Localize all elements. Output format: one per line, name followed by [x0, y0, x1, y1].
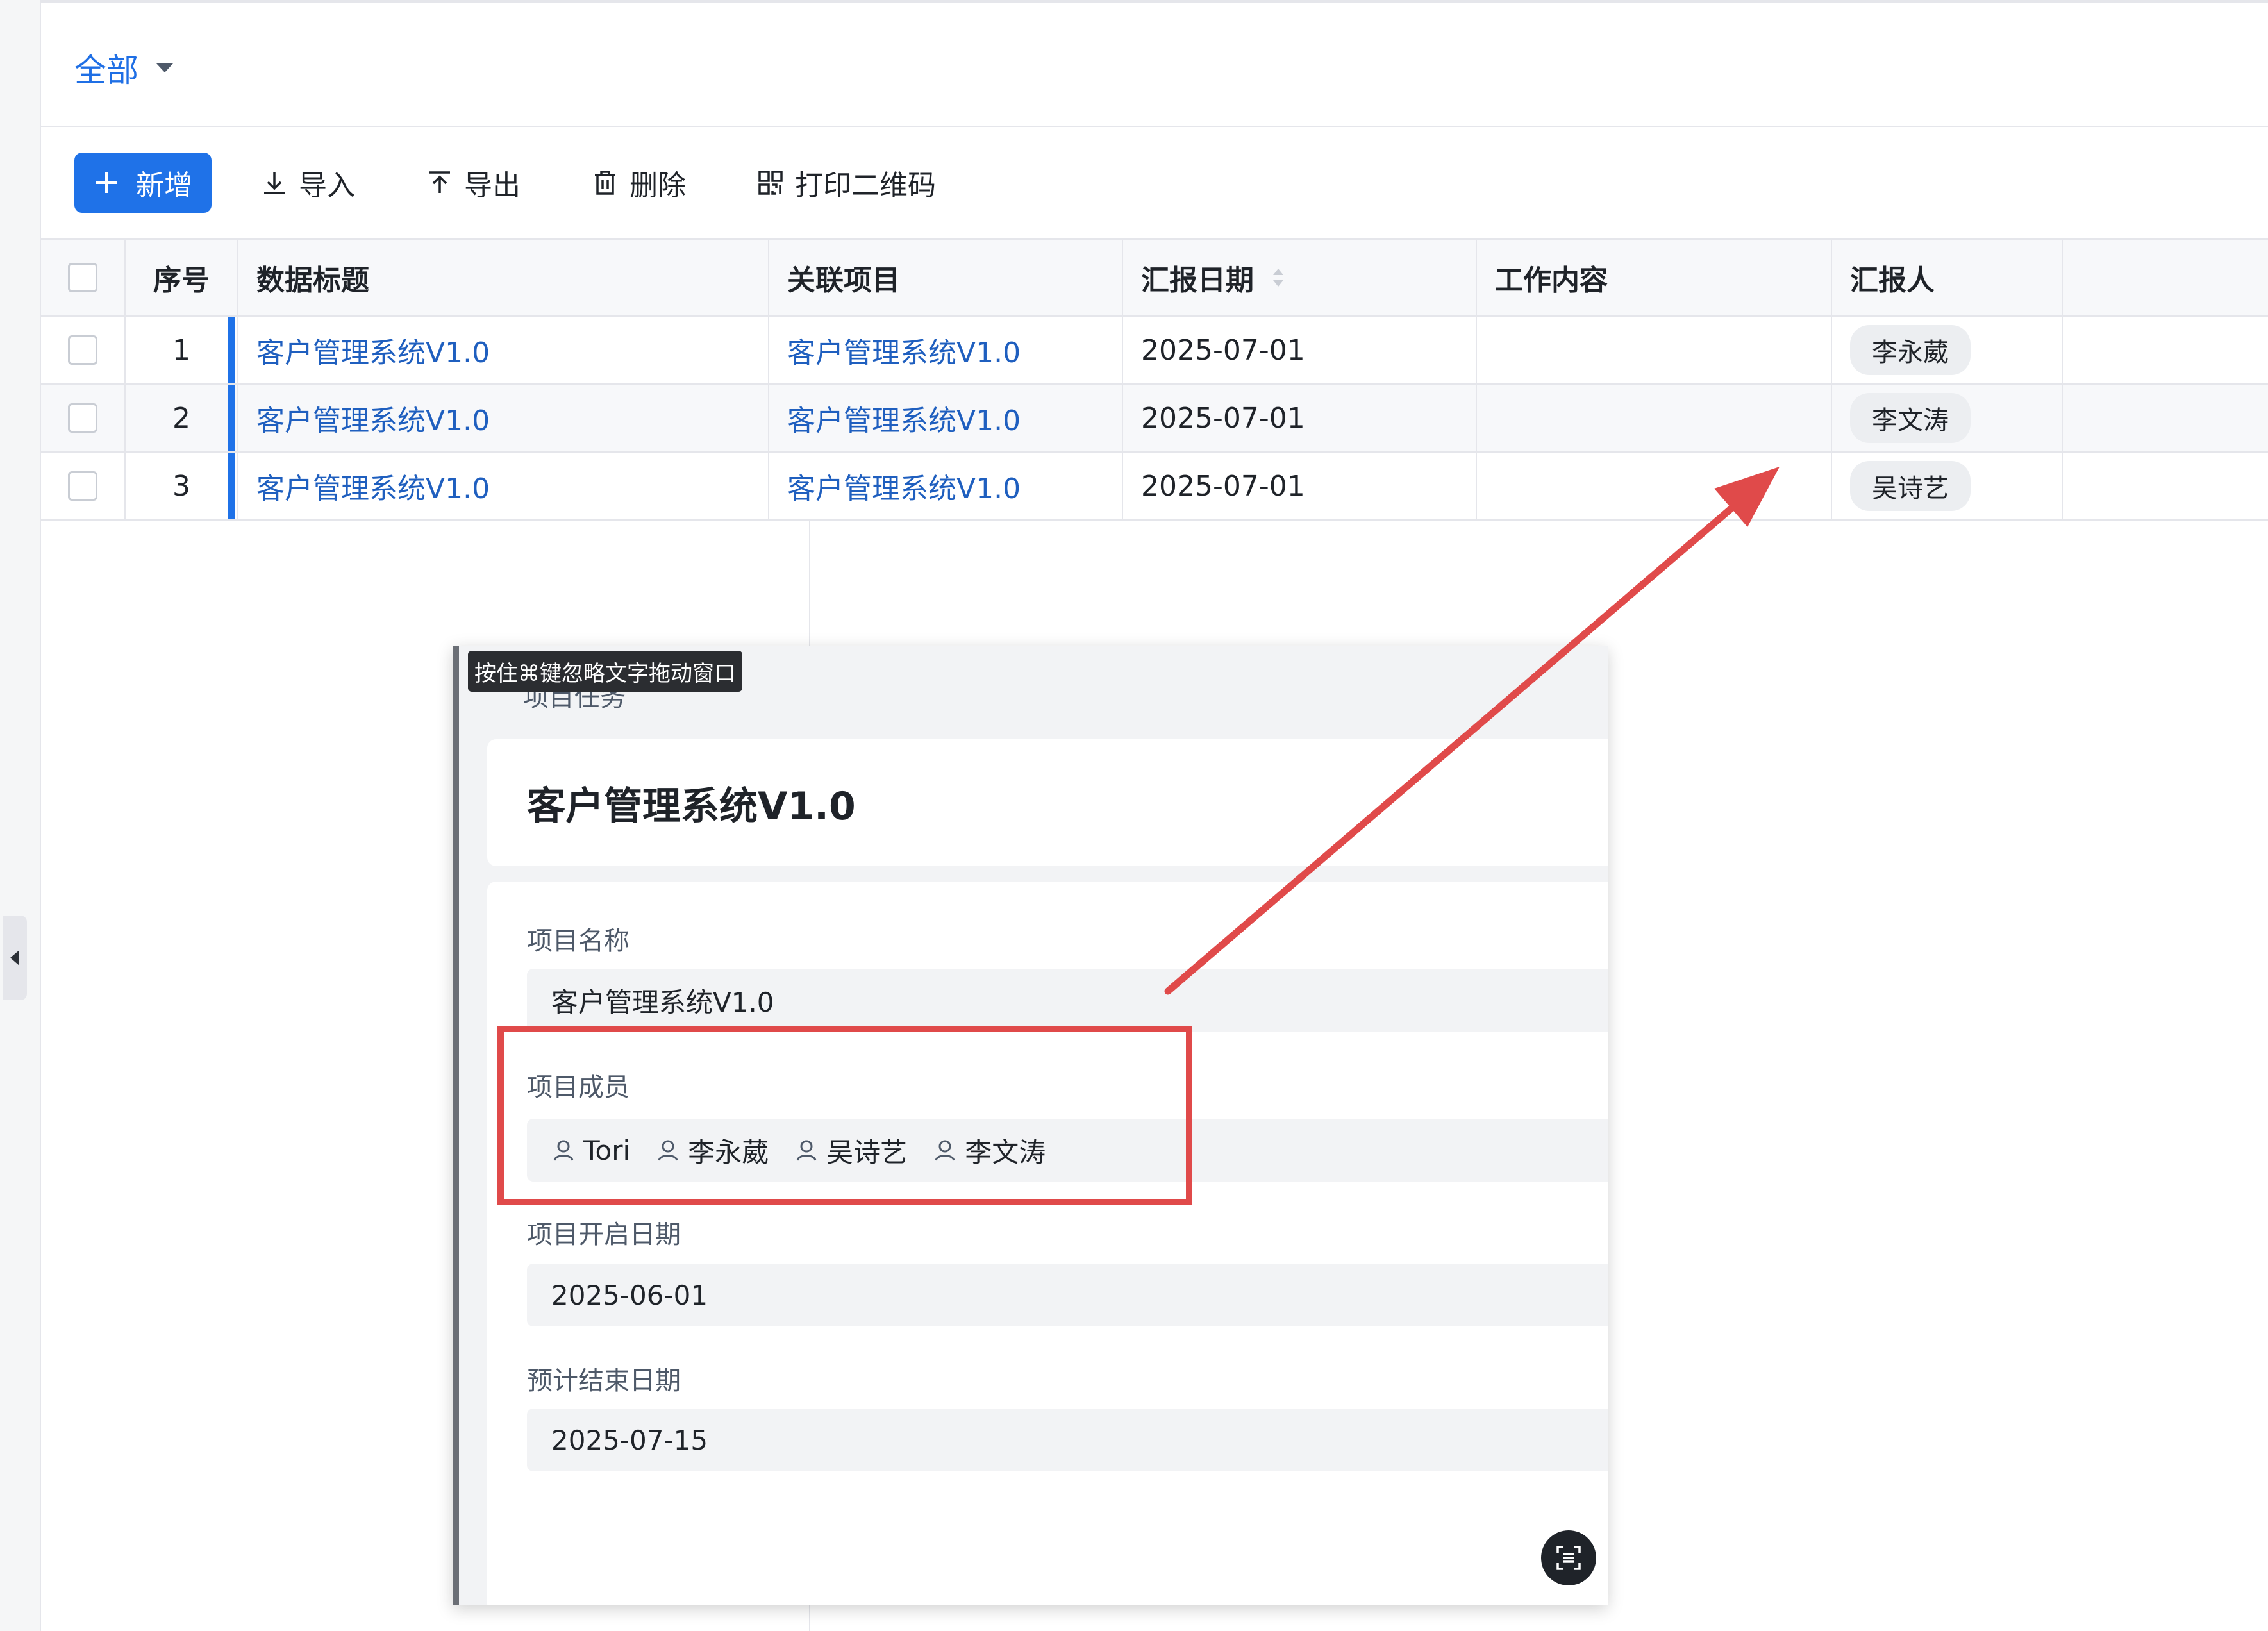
end-date-field: 2025-07-15	[527, 1409, 1608, 1471]
collapse-sidebar-handle[interactable]	[3, 916, 27, 1000]
row-project-link[interactable]: 客户管理系统V1.0	[769, 453, 1123, 519]
view-filter-select[interactable]: 全部	[74, 49, 173, 89]
view-filter-label: 全部	[74, 52, 138, 89]
trash-icon	[595, 171, 615, 195]
drag-tip: 按住⌘键忽略文字拖动窗口	[468, 651, 742, 692]
end-date-label: 预计结束日期	[527, 1366, 681, 1396]
header-select-all[interactable]	[41, 240, 126, 315]
app-window: 全部 新增 导入 导出 删除 打印二维码 序号 数据标题 关联项目 汇报日期 工…	[0, 0, 2268, 1631]
table-row[interactable]: 3 客户管理系统V1.0 客户管理系统V1.0 2025-07-01 吴诗艺	[41, 453, 2268, 521]
left-rail	[0, 0, 41, 1631]
row-index: 2	[126, 385, 238, 451]
table-row[interactable]: 1 客户管理系统V1.0 客户管理系统V1.0 2025-07-01 李永葳	[41, 317, 2268, 385]
row-indicator	[228, 453, 235, 519]
row-indicator	[228, 385, 235, 451]
row-work	[1477, 385, 1832, 451]
row-select-cell[interactable]	[41, 453, 126, 519]
import-button-label: 导入	[299, 169, 355, 202]
scan-icon	[1556, 1546, 1581, 1570]
start-date-field: 2025-06-01	[527, 1264, 1608, 1326]
row-project-link[interactable]: 客户管理系统V1.0	[769, 317, 1123, 383]
row-date: 2025-07-01	[1123, 453, 1477, 519]
upload-icon	[429, 171, 450, 193]
row-filler	[2063, 317, 2268, 383]
column-header-date[interactable]: 汇报日期	[1123, 240, 1477, 315]
column-header-filler	[2063, 240, 2268, 315]
toolbar: 新增 导入 导出 删除 打印二维码	[74, 153, 1006, 213]
row-title-link[interactable]: 客户管理系统V1.0	[238, 453, 769, 519]
download-icon	[264, 172, 285, 194]
row-checkbox[interactable]	[68, 335, 97, 365]
row-select-cell[interactable]	[41, 385, 126, 451]
data-table: 序号 数据标题 关联项目 汇报日期 工作内容 汇报人 1 客户管理系统V1.0 …	[41, 238, 2268, 521]
qrcode-icon	[758, 171, 783, 195]
column-header-index: 序号	[126, 240, 238, 315]
column-header-reporter: 汇报人	[1832, 240, 2063, 315]
filter-bar: 全部	[41, 3, 2268, 127]
row-filler	[2063, 453, 2268, 519]
print-qr-button[interactable]: 打印二维码	[756, 153, 936, 213]
row-select-cell[interactable]	[41, 317, 126, 383]
row-checkbox[interactable]	[68, 403, 97, 433]
row-work	[1477, 453, 1832, 519]
print-qr-button-label: 打印二维码	[795, 169, 936, 202]
add-button[interactable]: 新增	[74, 153, 212, 213]
row-filler	[2063, 385, 2268, 451]
row-index: 1	[126, 317, 238, 383]
column-header-date-label: 汇报日期	[1141, 264, 1254, 297]
row-reporter-cell: 李永葳	[1832, 317, 2063, 383]
table-header-row: 序号 数据标题 关联项目 汇报日期 工作内容 汇报人	[41, 238, 2268, 317]
project-name-label: 项目名称	[527, 926, 630, 956]
start-date-label: 项目开启日期	[527, 1220, 681, 1250]
column-header-project: 关联项目	[769, 240, 1123, 315]
row-work	[1477, 317, 1832, 383]
table-row[interactable]: 2 客户管理系统V1.0 客户管理系统V1.0 2025-07-01 李文涛	[41, 385, 2268, 453]
add-button-label: 新增	[136, 169, 192, 202]
sort-icon[interactable]	[1271, 265, 1286, 290]
reporter-tag: 李永葳	[1850, 325, 1971, 375]
row-date: 2025-07-01	[1123, 385, 1477, 451]
caret-down-icon	[156, 63, 173, 72]
row-date: 2025-07-01	[1123, 317, 1477, 383]
scan-button[interactable]	[1541, 1530, 1596, 1585]
row-project-link[interactable]: 客户管理系统V1.0	[769, 385, 1123, 451]
plus-icon	[96, 172, 117, 193]
import-button[interactable]: 导入	[260, 153, 355, 213]
row-index: 3	[126, 453, 238, 519]
row-reporter-cell: 李文涛	[1832, 385, 2063, 451]
row-title-link[interactable]: 客户管理系统V1.0	[238, 385, 769, 451]
reporter-tag: 吴诗艺	[1850, 461, 1971, 511]
column-header-work: 工作内容	[1477, 240, 1832, 315]
record-fields-card: 项目名称 客户管理系统V1.0 项目成员 Tori 李永葳 吴诗艺 李文涛 项目…	[487, 882, 1608, 1605]
reporter-tag: 李文涛	[1850, 393, 1971, 443]
members-highlight-annotation	[497, 1026, 1192, 1205]
delete-button[interactable]: 删除	[591, 153, 686, 213]
row-checkbox[interactable]	[68, 471, 97, 501]
project-name-field: 客户管理系统V1.0	[527, 969, 1608, 1032]
row-reporter-cell: 吴诗艺	[1832, 453, 2063, 519]
column-header-title: 数据标题	[238, 240, 769, 315]
delete-button-label: 删除	[630, 169, 686, 202]
export-button-label: 导出	[464, 169, 521, 202]
export-button[interactable]: 导出	[426, 153, 521, 213]
row-indicator	[228, 317, 235, 383]
select-all-checkbox[interactable]	[68, 263, 97, 292]
record-title: 客户管理系统V1.0	[487, 739, 1608, 866]
row-title-link[interactable]: 客户管理系统V1.0	[238, 317, 769, 383]
